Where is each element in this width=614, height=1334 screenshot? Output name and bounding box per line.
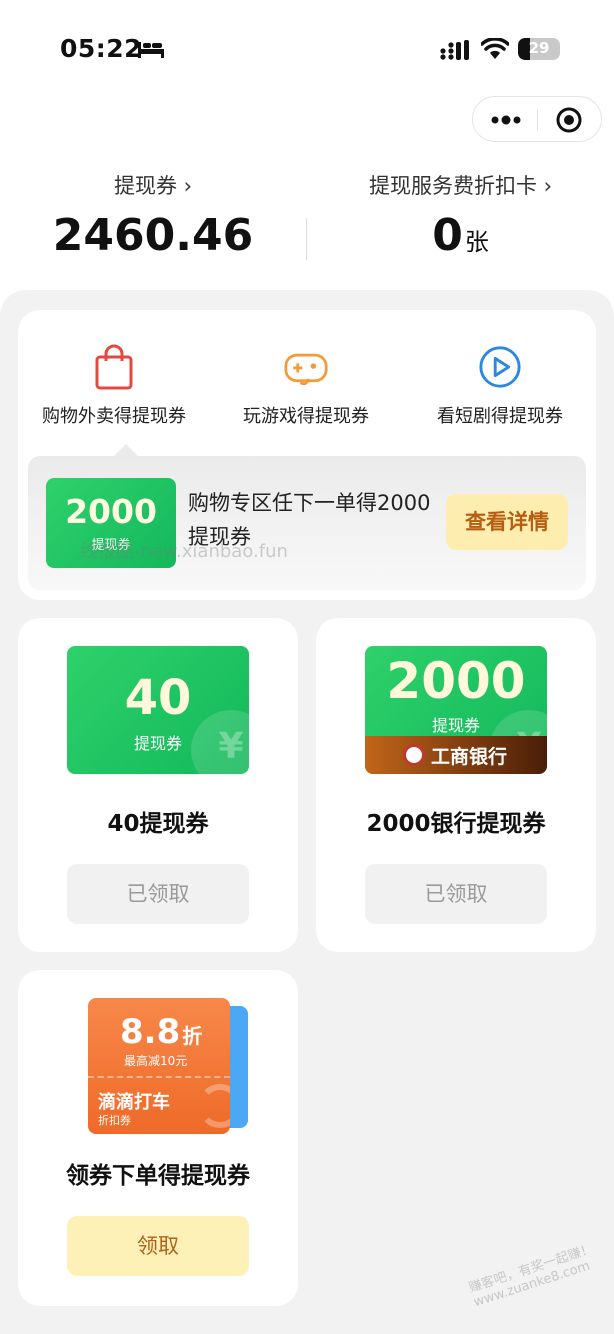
shopping-bag-icon — [95, 344, 133, 390]
promo-coupon-amount: 2000 — [65, 492, 157, 531]
capsule-divider — [537, 109, 538, 131]
play-circle-icon — [479, 346, 521, 388]
coupon-bank-amount: 2000 — [386, 652, 526, 710]
bank-strip: 工商银行 — [365, 736, 547, 774]
active-tab-caret — [114, 444, 138, 456]
discount-card-unit: 张 — [464, 228, 489, 256]
coupon-40-title: 40提现券 — [107, 811, 209, 837]
coupon-40-label: 提现券 — [133, 734, 182, 753]
didi-claim-button[interactable]: 领取 — [67, 1216, 249, 1276]
status-bar: 05:22 29 — [0, 0, 614, 90]
watermark-xianbao: 线报酷-new.xianbao.fun — [80, 541, 288, 562]
bed-icon — [138, 42, 164, 58]
icbc-logo-icon — [403, 744, 425, 766]
coupon-bank-claimed-button[interactable]: 已领取 — [365, 864, 547, 924]
more-icon[interactable] — [489, 110, 523, 130]
battery-text: 29 — [528, 39, 550, 57]
didi-discount-rate: 8.8 折 — [120, 1012, 202, 1052]
bank-name: 工商银行 — [431, 746, 508, 768]
didi-logo-icon — [198, 1084, 230, 1128]
tab-shopping-label: 购物外卖得提现券 — [42, 406, 186, 427]
capsule-menu — [472, 96, 602, 142]
tab-short-drama[interactable]: 看短剧得提现券 — [404, 344, 596, 428]
shopping-promo-banner: 2000 提现券 购物专区任下一单得2000提现券 查看详情 — [28, 444, 586, 590]
coupon-card-didi: 8.8 折 最高减10元 滴滴打车 折扣券 领券下单得提现券 领取 — [18, 970, 298, 1306]
coupon-bank-label: 提现券 — [431, 716, 480, 735]
signal-icon — [440, 40, 469, 60]
withdraw-coupon-balance: 2460.46 — [52, 210, 254, 261]
tab-games[interactable]: 玩游戏得提现券 — [210, 344, 402, 428]
coupon-bank-title: 2000银行提现券 — [366, 811, 546, 837]
tab-short-drama-label: 看短剧得提现券 — [437, 406, 563, 427]
withdraw-coupon-link[interactable]: 提现券 › — [0, 170, 306, 200]
coupon-bank-image: ¥ 2000 提现券 工商银行 — [365, 646, 547, 774]
battery-indicator: 29 — [518, 38, 560, 60]
coupon-40-image: ¥ 40 提现券 — [67, 646, 249, 774]
didi-dashed-divider — [88, 1076, 230, 1078]
didi-brand: 滴滴打车 — [98, 1092, 170, 1113]
didi-rate-unit: 折 — [182, 1024, 203, 1048]
status-time: 05:22 — [60, 34, 143, 63]
coupon-40-claimed-button[interactable]: 已领取 — [67, 864, 249, 924]
didi-coupon-image: 8.8 折 最高减10元 滴滴打车 折扣券 — [88, 998, 252, 1138]
discount-card-number: 0 — [432, 210, 463, 261]
coupon-40-amount: 40 — [124, 670, 192, 726]
coupon-card-bank-2000: ¥ 2000 提现券 工商银行 2000银行提现券 已领取 — [316, 618, 596, 952]
fee-discount-card-count: 0张 — [307, 210, 614, 261]
gamepad-icon — [284, 353, 328, 386]
didi-coupon-title: 领券下单得提现券 — [66, 1163, 250, 1189]
tab-games-label: 玩游戏得提现券 — [243, 406, 369, 427]
didi-coupon-front: 8.8 折 最高减10元 滴滴打车 折扣券 — [88, 998, 230, 1134]
wifi-icon — [481, 38, 509, 59]
view-details-button[interactable]: 查看详情 — [446, 494, 568, 550]
didi-rate-value: 8.8 — [120, 1012, 181, 1052]
fee-discount-card-link[interactable]: 提现服务费折扣卡 › — [307, 170, 614, 200]
tab-shopping[interactable]: 购物外卖得提现券 — [18, 344, 210, 428]
close-target-icon[interactable] — [555, 106, 583, 134]
coupon-card-40: ¥ 40 提现券 40提现券 已领取 — [18, 618, 298, 952]
didi-coupon-kind: 折扣券 — [98, 1114, 131, 1127]
didi-max-discount: 最高减10元 — [124, 1054, 188, 1068]
